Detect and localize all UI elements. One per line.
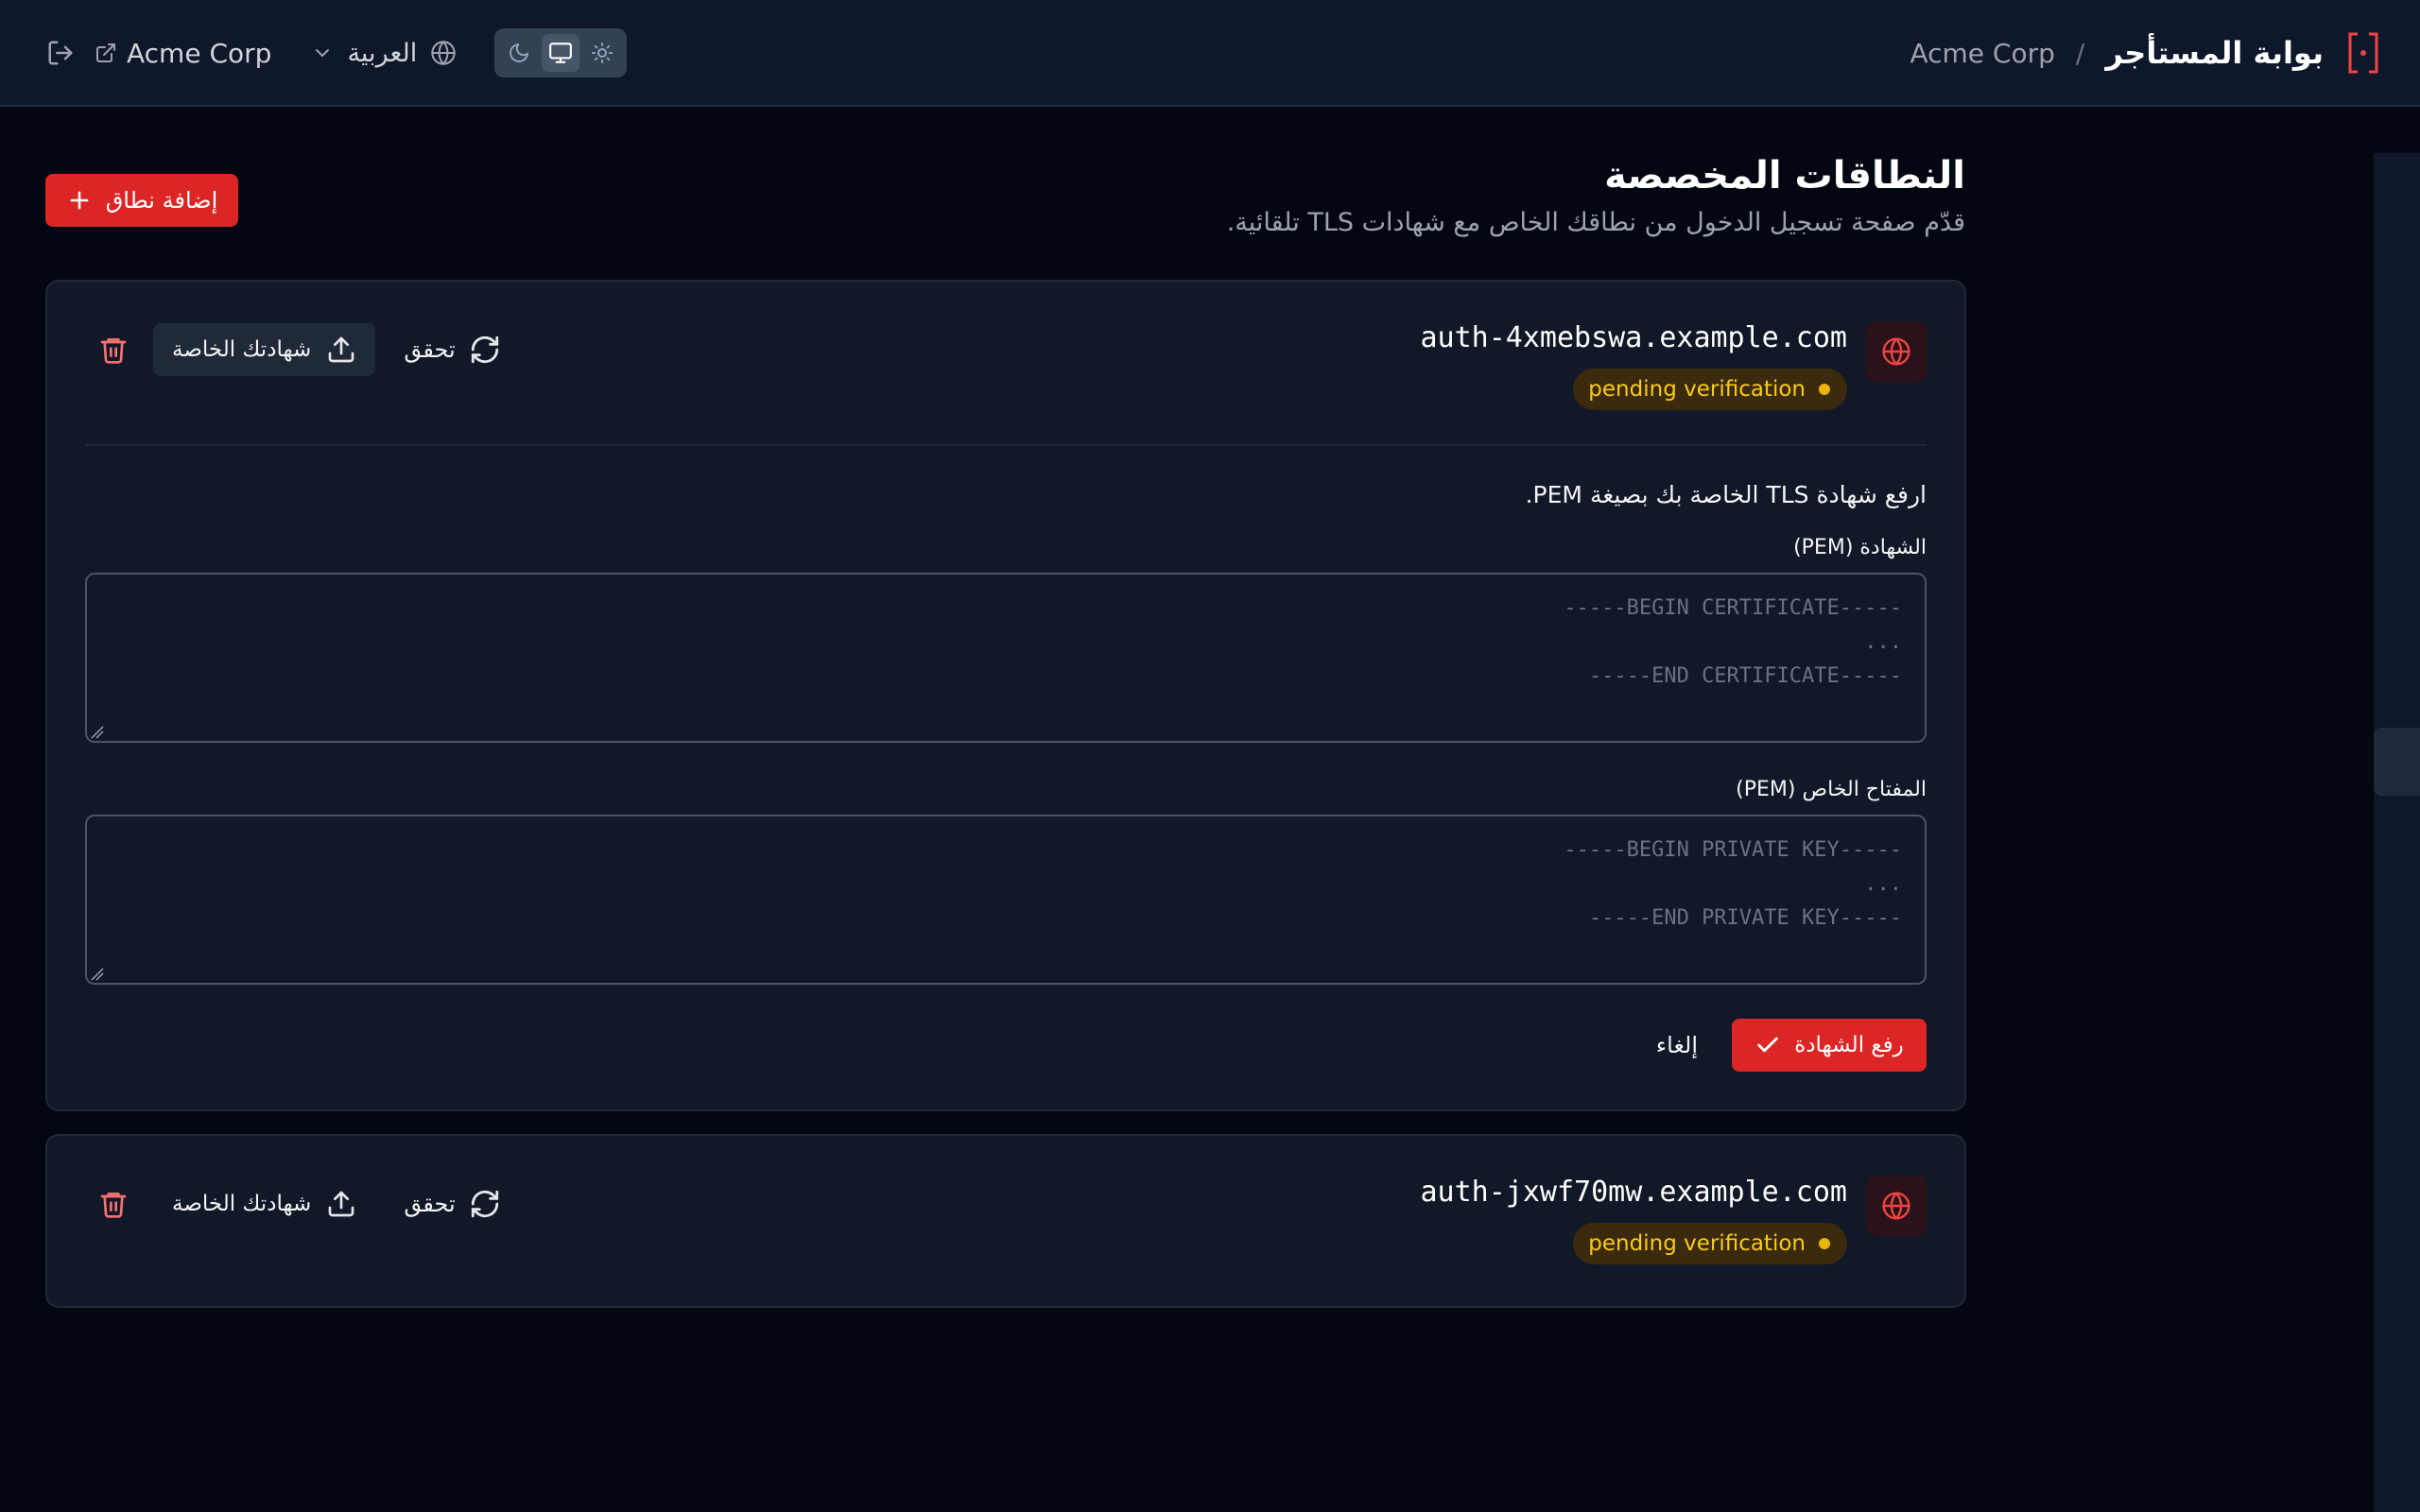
check-icon [1754,1032,1781,1058]
status-label: pending verification [1588,1231,1806,1256]
delete-domain-button[interactable] [85,321,142,378]
private-key-placeholder-line: -----END PRIVATE KEY----- [1588,906,1902,930]
private-key-placeholder-line: -----BEGIN PRIVATE KEY----- [1564,838,1902,862]
status-badge: pending verification [1573,369,1847,410]
tenant-site-link[interactable]: Acme Corp [95,38,271,69]
theme-light-option[interactable] [583,34,621,72]
certificate-placeholder-line: -----END CERTIFICATE----- [1588,664,1902,688]
verify-button[interactable]: تحقق [404,323,500,376]
add-domain-button[interactable]: إضافة نطاق [45,174,238,227]
verify-label: تحقق [404,1191,456,1217]
verify-button[interactable]: تحقق [404,1177,500,1230]
own-certificate-button[interactable]: شهادتك الخاصة [153,1177,375,1230]
upload-icon [326,1189,356,1219]
plus-icon [66,187,93,214]
page-subtitle: قدّم صفحة تسجيل الدخول من نطاقك الخاص مع… [1226,208,1965,237]
sign-out-button[interactable] [42,30,79,76]
page-header: النطاقات المخصصة قدّم صفحة تسجيل الدخول … [1227,149,1965,237]
brand: بوابة المستأجر / Acme Corp [1910,28,2382,77]
status-badge: pending verification [1573,1223,1847,1264]
domain-globe-icon [1866,1176,1927,1236]
scrollbar-thumb[interactable] [2374,728,2420,796]
monitor-icon [548,41,573,65]
theme-dark-option[interactable] [500,34,538,72]
portal-title: بوابة المستأجر [2105,35,2324,71]
language-select[interactable]: العربية [311,39,457,68]
language-label: العربية [347,38,418,68]
refresh-icon [469,334,501,366]
domain-card-header: auth-4xmebswa.example.com pending verifi… [85,319,1927,410]
certificate-field-label: الشهادة (PEM) [1793,536,1927,559]
private-key-field-label: المفتاح الخاص (PEM) [1736,778,1927,801]
cancel-button[interactable]: إلغاء [1656,1032,1698,1058]
certificate-textarea[interactable]: -----BEGIN CERTIFICATE----- ... -----END… [85,573,1927,743]
refresh-icon [469,1188,501,1220]
globe-icon [430,40,457,66]
sun-icon [591,42,614,64]
upload-hint: ارفع شهادة TLS الخاصة بك بصيغة PEM. [1525,481,1927,508]
own-certificate-label: شهادتك الخاصة [172,337,312,362]
own-certificate-label: شهادتك الخاصة [172,1192,312,1216]
status-dot-icon [1819,1238,1830,1249]
domain-globe-icon [1866,321,1927,382]
chevron-down-icon [311,42,334,64]
external-link-icon [95,42,117,64]
private-key-textarea[interactable]: -----BEGIN PRIVATE KEY----- ... -----END… [85,815,1927,985]
status-label: pending verification [1588,377,1806,402]
bracket-dot-logo-icon [2344,28,2382,77]
upload-form-actions: رفع الشهادة إلغاء [1656,1019,1927,1072]
domain-name: auth-4xmebswa.example.com [1420,321,1847,354]
domain-actions: شهادتك الخاصة تحقق [85,1176,501,1232]
domain-actions: شهادتك الخاصة تحقق [85,321,501,378]
theme-toggle [494,28,628,77]
breadcrumb-separator: / [2075,37,2085,69]
domain-name: auth-jxwf70mw.example.com [1420,1176,1847,1209]
theme-system-option[interactable] [542,34,580,72]
page-title: النطاقات المخصصة [1604,154,1965,198]
own-certificate-button[interactable]: شهادتك الخاصة [153,323,376,376]
upload-certificate-label: رفع الشهادة [1794,1033,1904,1057]
verify-label: تحقق [404,336,456,363]
certificate-placeholder-line: -----BEGIN CERTIFICATE----- [1564,596,1902,620]
domain-card: auth-jxwf70mw.example.com pending verifi… [45,1134,1966,1308]
certificate-placeholder-line: ... [1864,630,1902,654]
upload-certificate-button[interactable]: رفع الشهادة [1732,1019,1927,1072]
domain-card-header: auth-jxwf70mw.example.com pending verifi… [85,1174,1927,1264]
upload-icon [326,335,356,365]
resize-grip-icon[interactable] [91,968,104,981]
moon-icon [508,42,530,64]
status-dot-icon [1819,384,1830,395]
add-domain-label: إضافة نطاق [105,187,218,214]
tenant-link-label: Acme Corp [127,37,272,69]
breadcrumb-tenant: Acme Corp [1910,37,2055,69]
trash-icon [98,335,129,365]
private-key-placeholder-line: ... [1864,872,1902,896]
domain-card: auth-4xmebswa.example.com pending verifi… [45,280,1966,1111]
delete-domain-button[interactable] [85,1176,142,1232]
card-divider [85,444,1927,446]
trash-icon [98,1189,129,1219]
page-scrollbar[interactable] [2374,153,2420,1512]
header-controls: Acme Corp العربية [42,28,628,77]
resize-grip-icon[interactable] [91,726,104,739]
top-header: بوابة المستأجر / Acme Corp Acme Corp الع… [0,0,2420,107]
sign-out-icon [46,39,75,67]
